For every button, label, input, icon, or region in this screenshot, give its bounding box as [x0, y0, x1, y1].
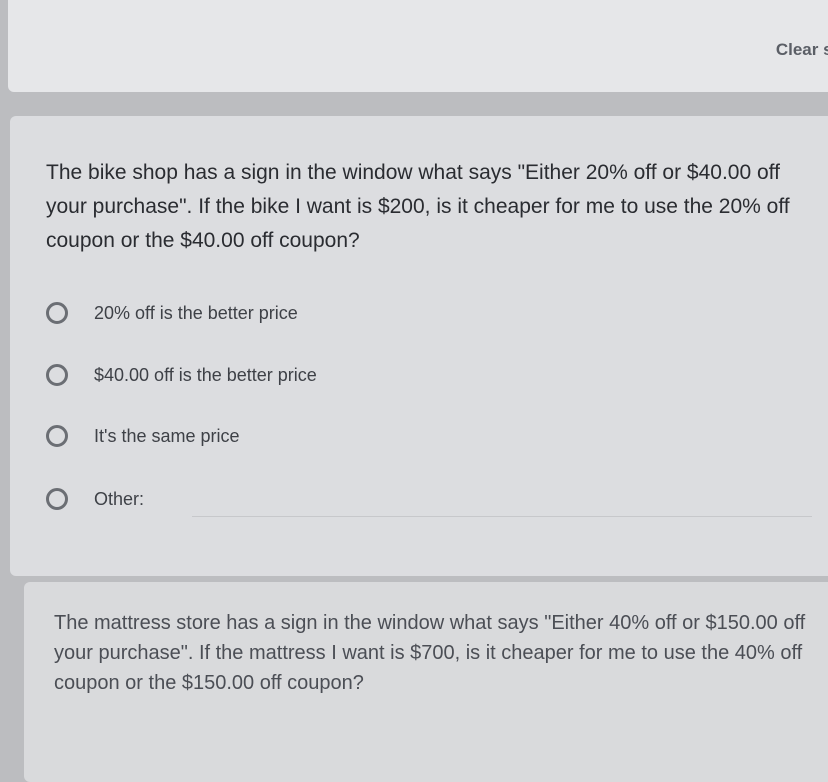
option-label: It's the same price — [94, 425, 240, 446]
option-same-price[interactable]: It's the same price — [46, 425, 240, 447]
radio-button[interactable] — [46, 425, 68, 447]
question-card: The bike shop has a sign in the window w… — [10, 116, 828, 576]
option-20-percent[interactable]: 20% off is the better price — [46, 302, 298, 324]
option-other[interactable]: Other: — [46, 488, 144, 510]
question-title-2: The mattress store has a sign in the win… — [54, 612, 806, 694]
question-title: The bike shop has a sign in the window w… — [46, 161, 790, 252]
option-label: $40.00 off is the better price — [94, 364, 317, 385]
clear-selection-button[interactable]: Clear se — [776, 40, 828, 60]
other-text-input[interactable] — [192, 516, 812, 517]
question-card-2: The mattress store has a sign in the win… — [24, 582, 828, 782]
header-card: Clear se — [8, 0, 828, 92]
option-40-dollars[interactable]: $40.00 off is the better price — [46, 364, 317, 386]
radio-button[interactable] — [46, 488, 68, 510]
radio-button[interactable] — [46, 302, 68, 324]
radio-button[interactable] — [46, 364, 68, 386]
option-label: 20% off is the better price — [94, 302, 298, 323]
option-label: Other: — [94, 488, 145, 509]
